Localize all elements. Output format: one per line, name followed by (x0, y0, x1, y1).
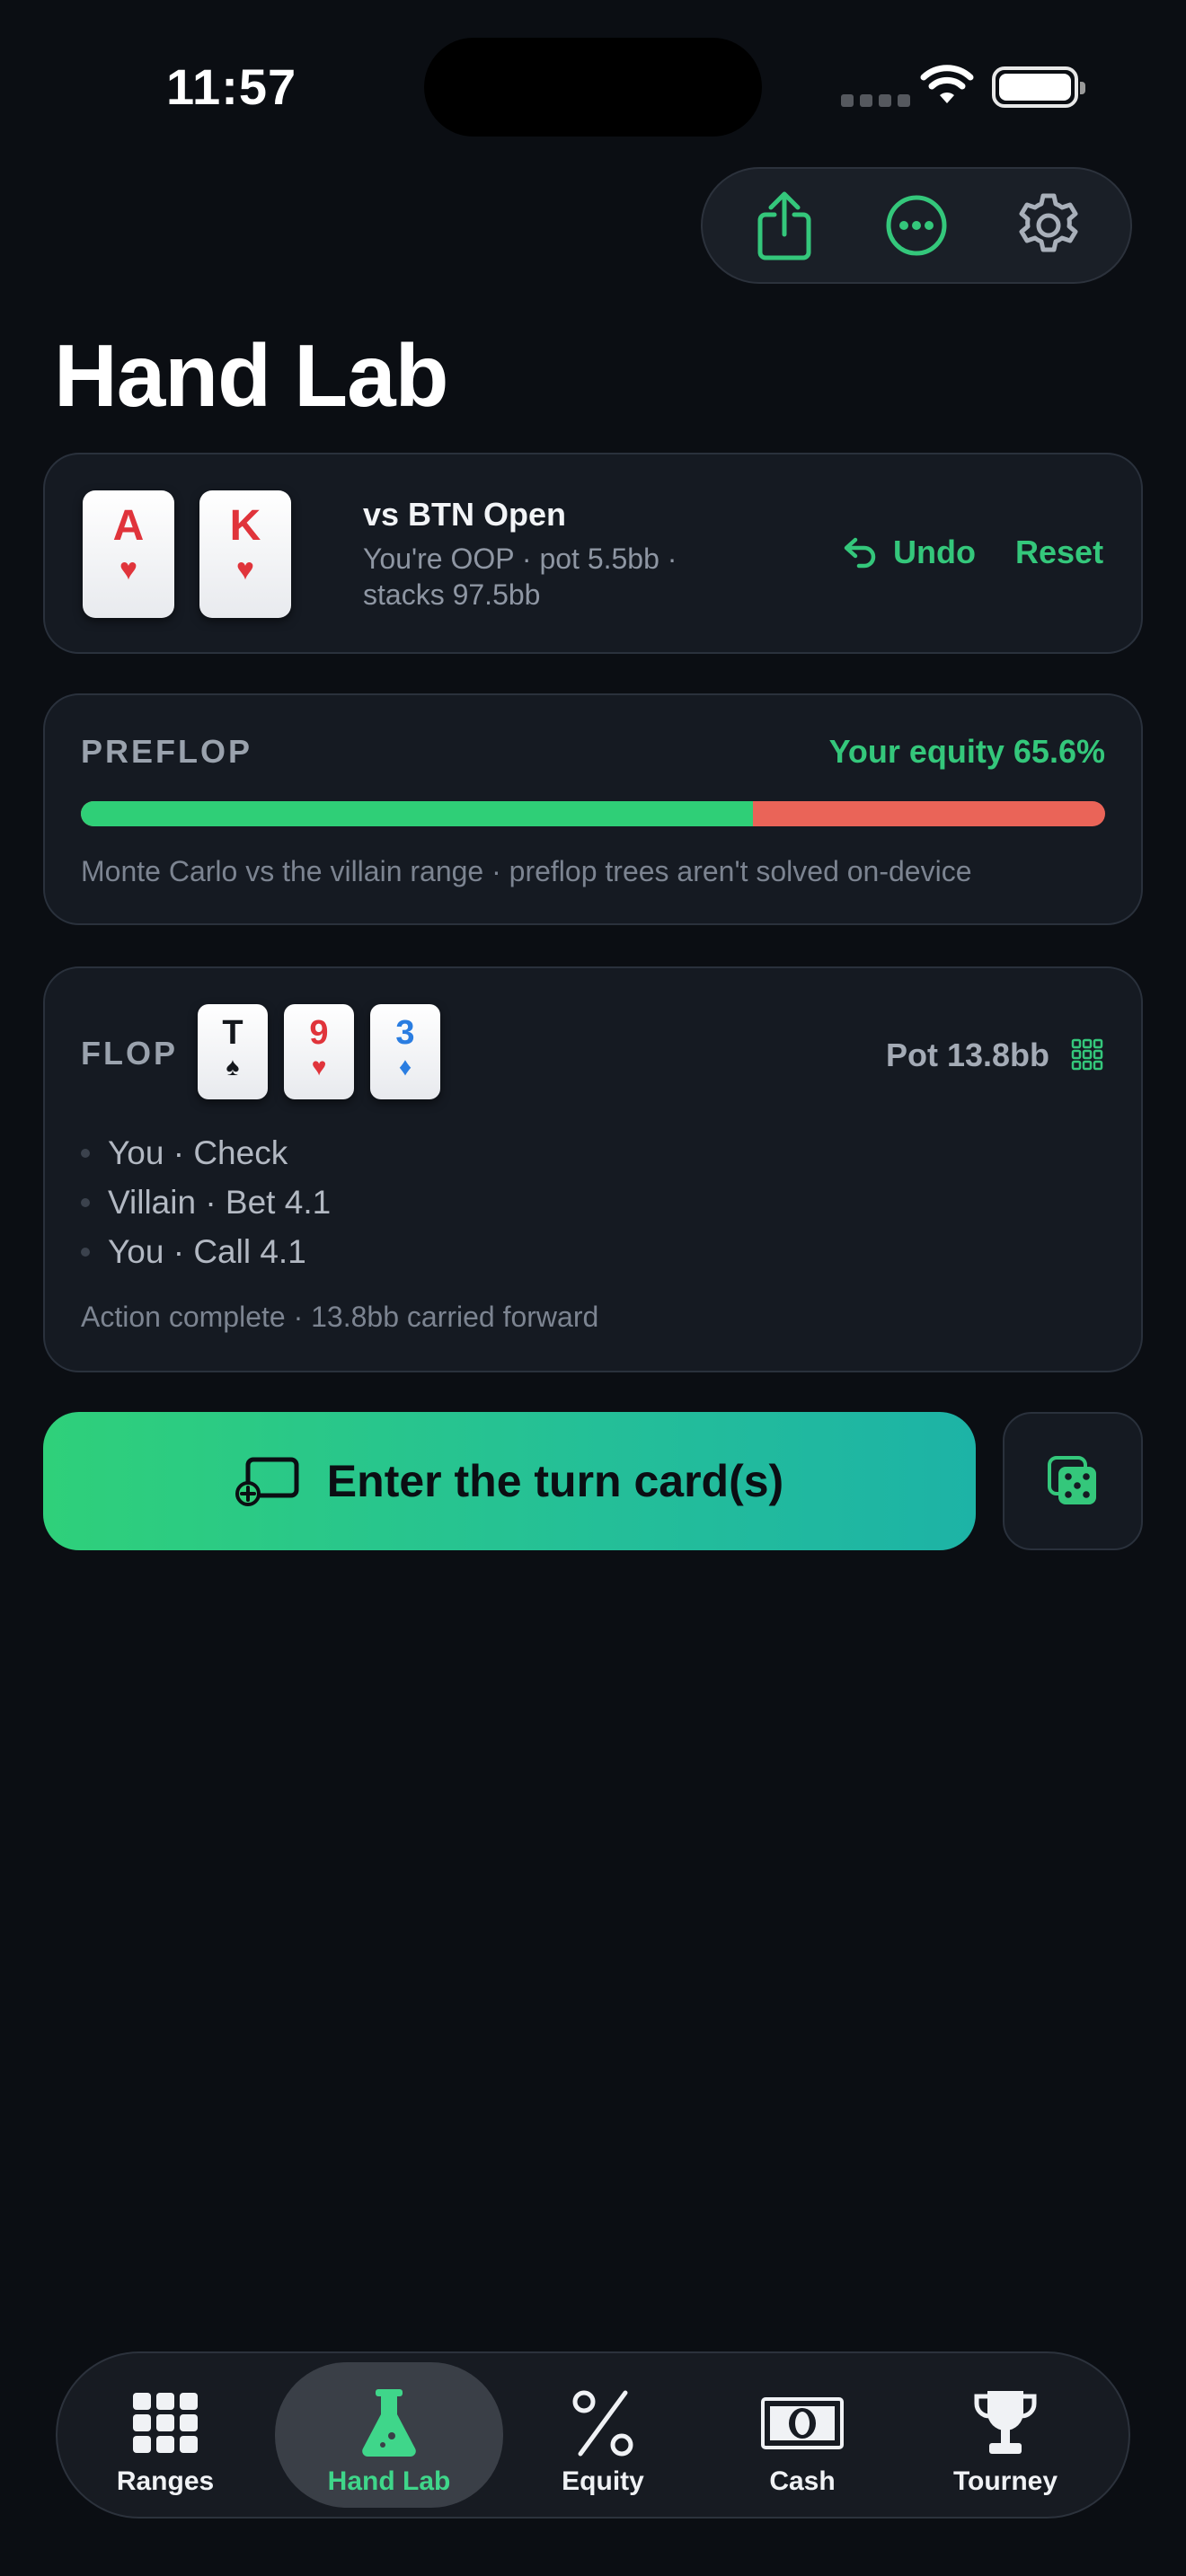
board-card: 3 ♦ (370, 1004, 440, 1099)
banknote-icon (761, 2397, 844, 2449)
more-button[interactable] (872, 181, 961, 270)
tab-ranges[interactable]: Ranges (75, 2362, 255, 2508)
reset-button[interactable]: Reset (1015, 534, 1103, 571)
tab-label: Tourney (952, 2466, 1058, 2496)
enter-turn-button[interactable]: Enter the turn card(s) (43, 1412, 976, 1550)
card-add-icon (235, 1457, 299, 1506)
hand-title: vs BTN Open (363, 496, 567, 533)
board-card: T ♠ (198, 1004, 268, 1099)
equity-bar-fill (81, 801, 753, 826)
tab-hand-lab[interactable]: Hand Lab (275, 2362, 503, 2508)
tab-label: Equity (562, 2466, 644, 2496)
card-rank: T (222, 1014, 243, 1052)
action-item: You · Call 4.1 (81, 1227, 331, 1276)
preflop-note: Monte Carlo vs the villain range · prefl… (81, 855, 972, 887)
preflop-label: PREFLOP (81, 733, 253, 770)
action-item: Villain · Bet 4.1 (81, 1178, 331, 1227)
tab-equity[interactable]: Equity (507, 2362, 699, 2508)
dynamic-island (424, 38, 762, 137)
battery-icon (992, 66, 1085, 108)
hole-card: K ♥ (199, 490, 291, 618)
enter-turn-label: Enter the turn card(s) (326, 1456, 784, 1506)
percent-icon (572, 2390, 633, 2457)
grid-icon (133, 2393, 198, 2453)
flask-icon (362, 2389, 416, 2457)
pot-size: Pot 13.8bb (885, 1037, 1049, 1073)
action-item: You · Check (81, 1128, 331, 1178)
cellular-signal-icon (841, 94, 910, 107)
heart-icon: ♥ (235, 552, 255, 587)
action-list: You · Check Villain · Bet 4.1 You · Call… (81, 1128, 331, 1276)
hole-card: A ♥ (83, 490, 174, 618)
ellipsis-circle-icon (886, 195, 947, 256)
share-icon (757, 191, 811, 260)
share-button[interactable] (739, 181, 829, 270)
tab-bar: Ranges Hand Lab Equity Cash Tourney (56, 2351, 1130, 2519)
flop-label: FLOP (81, 1035, 178, 1072)
diamond-icon: ♦ (398, 1053, 412, 1081)
tab-label: Hand Lab (327, 2466, 451, 2496)
heart-icon: ♥ (311, 1053, 327, 1081)
hand-summary-card: A ♥ K ♥ vs BTN Open You're OOP · pot 5.5… (43, 453, 1143, 654)
random-card-button[interactable] (1003, 1412, 1143, 1550)
status-bar: 11:57 (0, 0, 1186, 171)
tab-label: Ranges (116, 2466, 215, 2496)
flop-summary: Action complete · 13.8bb carried forward (81, 1301, 599, 1333)
settings-button[interactable] (1004, 181, 1093, 270)
flop-card: FLOP T ♠ 9 ♥ 3 ♦ Pot 13.8bb You · Check … (43, 966, 1143, 1372)
range-grid-button[interactable] (1071, 1038, 1103, 1071)
equity-text: Your equity 65.6% (828, 733, 1105, 770)
tab-label: Cash (769, 2466, 836, 2496)
status-time: 11:57 (166, 58, 297, 115)
tab-cash[interactable]: Cash (708, 2362, 897, 2508)
tab-tourney[interactable]: Tourney (909, 2362, 1102, 2508)
hand-subtitle: You're OOP · pot 5.5bb · stacks 97.5bb (363, 543, 677, 611)
card-rank: 3 (395, 1014, 415, 1052)
top-toolbar (701, 167, 1132, 284)
preflop-card: PREFLOP Your equity 65.6% Monte Carlo vs… (43, 693, 1143, 925)
board-card: 9 ♥ (284, 1004, 354, 1099)
wifi-icon (920, 65, 974, 103)
undo-label: Undo (893, 534, 976, 570)
page-title: Hand Lab (54, 326, 448, 425)
spade-icon: ♠ (226, 1053, 240, 1081)
equity-bar (81, 801, 1105, 826)
card-rank: 9 (309, 1014, 329, 1052)
undo-icon (844, 537, 876, 569)
dice-icon (1048, 1456, 1096, 1504)
trophy-icon (974, 2391, 1037, 2454)
card-rank: K (229, 502, 261, 550)
undo-button[interactable]: Undo (843, 534, 976, 571)
card-rank: A (112, 502, 145, 550)
gear-icon (1019, 193, 1078, 252)
heart-icon: ♥ (119, 552, 138, 587)
